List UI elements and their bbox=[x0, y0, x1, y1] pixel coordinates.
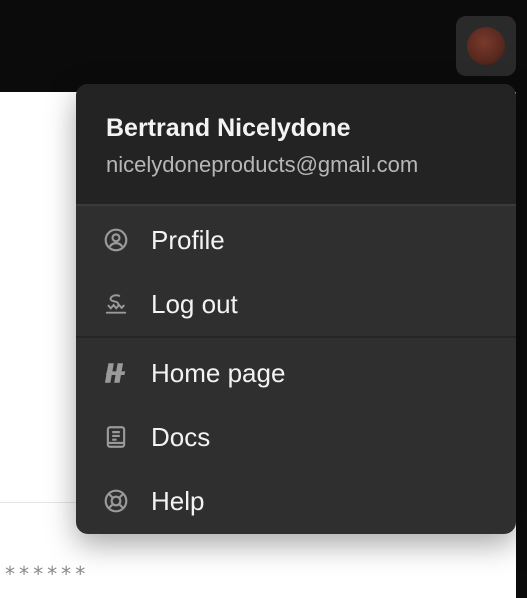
logout-icon bbox=[103, 291, 129, 317]
account-section: Profile Log out bbox=[76, 206, 516, 338]
lifebuoy-icon bbox=[103, 488, 129, 514]
menu-item-label: Docs bbox=[151, 421, 211, 452]
avatar bbox=[467, 27, 505, 65]
page-edge bbox=[516, 92, 527, 598]
user-email: nicelydoneproducts@gmail.com bbox=[106, 152, 419, 177]
account-header: Bertrand Nicelydone nicelydoneproducts@g… bbox=[76, 84, 516, 206]
account-dropdown-menu: Bertrand Nicelydone nicelydoneproducts@g… bbox=[76, 84, 516, 534]
avatar-button[interactable] bbox=[456, 16, 516, 76]
menu-item-label: Home page bbox=[151, 357, 286, 388]
resources-section: Home page Docs Help bbox=[76, 338, 516, 533]
masked-secret-value: ****** bbox=[4, 562, 89, 586]
menu-item-docs[interactable]: Docs bbox=[76, 405, 516, 469]
menu-item-label: Help bbox=[151, 485, 205, 516]
menu-item-help[interactable]: Help bbox=[76, 469, 516, 533]
book-icon bbox=[103, 424, 129, 450]
top-bar bbox=[0, 0, 527, 84]
content-divider bbox=[0, 502, 80, 503]
menu-item-home-page[interactable]: Home page bbox=[76, 341, 516, 405]
brand-logo-icon bbox=[103, 360, 129, 386]
menu-item-profile[interactable]: Profile bbox=[76, 208, 516, 272]
menu-item-label: Log out bbox=[151, 288, 238, 319]
user-name: Bertrand Nicelydone bbox=[106, 114, 351, 142]
menu-item-label: Profile bbox=[151, 224, 225, 255]
menu-item-log-out[interactable]: Log out bbox=[76, 272, 516, 336]
user-circle-icon bbox=[103, 227, 129, 253]
